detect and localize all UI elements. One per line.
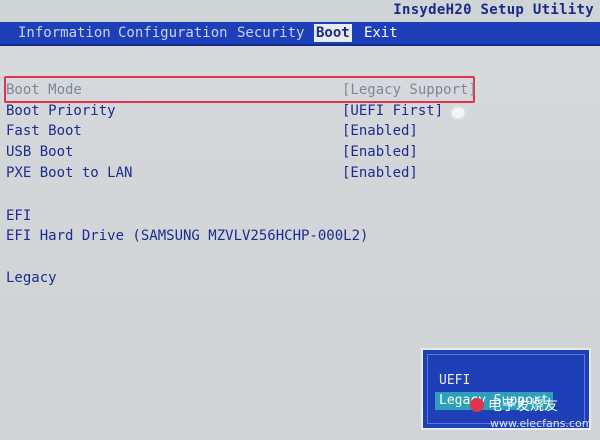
setting-value[interactable]: [UEFI First] <box>342 101 443 121</box>
setting-value[interactable]: [Enabled] <box>342 163 418 183</box>
setting-label: USB Boot <box>6 144 74 160</box>
setting-value[interactable]: [Enabled] <box>342 121 418 141</box>
watermark-text: 电子发烧友 <box>488 398 558 414</box>
menu-security[interactable]: Security <box>235 24 306 42</box>
setting-label: Fast Boot <box>6 123 82 139</box>
watermark: 电子发烧友 <box>470 395 558 415</box>
setting-value[interactable]: [Enabled] <box>342 142 418 162</box>
popup-option-uefi[interactable]: UEFI <box>435 372 474 390</box>
menu-exit[interactable]: Exit <box>362 24 400 42</box>
setting-value[interactable]: [Legacy Support] <box>342 80 477 100</box>
setting-label: Boot Priority <box>6 103 116 119</box>
menu-bar: Information Configuration Security Boot … <box>0 22 600 46</box>
menu-information[interactable]: Information <box>16 24 113 42</box>
app-title: InsydeH20 Setup Utility <box>393 2 594 18</box>
setting-label: Boot Mode <box>6 82 82 98</box>
efi-heading: EFI <box>6 208 32 224</box>
bios-screen: InsydeH20 Setup Utility Information Conf… <box>0 0 600 440</box>
efi-hard-drive-entry[interactable]: EFI Hard Drive (SAMSUNG MZVLV256HCHP-000… <box>6 228 368 244</box>
legacy-heading: Legacy <box>6 270 57 286</box>
setting-label: PXE Boot to LAN <box>6 165 133 181</box>
menu-boot[interactable]: Boot <box>314 24 352 42</box>
watermark-url: www.elecfans.com <box>490 417 593 430</box>
watermark-logo-icon <box>470 398 484 412</box>
mouse-cursor-icon <box>452 108 464 118</box>
title-bar: InsydeH20 Setup Utility <box>0 0 600 22</box>
menu-configuration[interactable]: Configuration <box>116 24 230 42</box>
